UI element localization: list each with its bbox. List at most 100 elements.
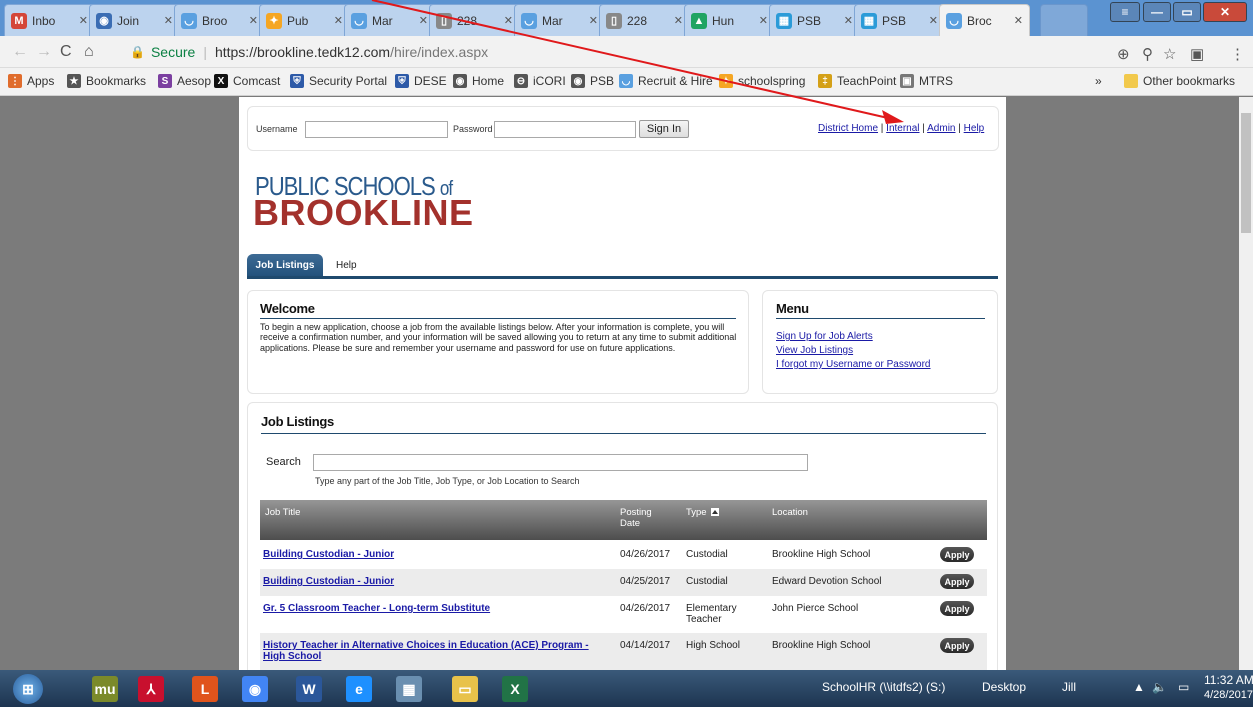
maximize-button[interactable]: ▭ [1173,2,1201,22]
bookmarks-overflow[interactable]: » [1095,74,1102,88]
taskbar-app-X[interactable]: X [496,673,534,705]
bookmark-item[interactable]: ◉ Home [453,74,504,88]
browser-tab[interactable]: ◡ Mar ✕ [514,4,605,36]
apply-button[interactable]: Apply [940,601,974,616]
reload-icon[interactable]: C [60,43,72,61]
forward-icon[interactable]: → [36,43,52,61]
tab-close-icon[interactable]: ✕ [164,14,173,27]
taskbar-desktop[interactable]: Desktop [982,680,1026,694]
apply-button[interactable]: Apply [940,574,974,589]
browser-tab[interactable]: ◉ Join ✕ [89,4,180,36]
bookmark-item[interactable]: ⛨ DESE [395,74,447,88]
taskbar-app-mu[interactable]: mu [86,673,124,705]
job-title-link[interactable]: Building Custodian - Junior [263,549,603,560]
bookmark-item[interactable]: ⋮ Apps [8,74,54,88]
other-bookmarks[interactable]: Other bookmarks [1124,74,1235,88]
browser-tab[interactable]: ▯ 228 ✕ [429,4,520,36]
taskbar-schoolhr[interactable]: SchoolHR (\\itdfs2) (S:) [822,680,945,694]
apply-button[interactable]: Apply [940,638,974,653]
tab-close-icon[interactable]: ✕ [504,14,513,27]
clock-date[interactable]: 4/28/2017 [1204,689,1253,701]
scrollbar-thumb[interactable] [1241,113,1251,233]
bookmark-item[interactable]: ◡ Recruit & Hire [619,74,713,88]
sort-icon[interactable] [710,508,719,517]
col-posting-date[interactable]: Posting Date [620,507,660,529]
menu-link-view-listings[interactable]: View Job Listings [776,345,853,356]
link-help[interactable]: Help [964,123,985,134]
clock-time[interactable]: 11:32 AM [1204,673,1253,687]
col-job-title[interactable]: Job Title [265,507,300,518]
browser-tab[interactable]: ◡ Broo ✕ [174,4,265,36]
col-type[interactable]: Type [686,507,719,518]
browser-tab[interactable]: ▯ 228 ✕ [599,4,690,36]
taskbar-user[interactable]: Jill [1062,680,1076,694]
job-title-link[interactable]: Building Custodian - Junior [263,576,603,587]
volume-icon[interactable]: 🔈 [1152,680,1167,694]
bookmark-item[interactable]: ◉ PSB [571,74,614,88]
taskbar-app-W[interactable]: W [290,673,328,705]
taskbar-app-acrobat[interactable]: ⅄ [132,673,170,705]
tab-close-icon[interactable]: ✕ [929,14,938,27]
taskbar-app-ie[interactable]: e [340,673,378,705]
bookmark-item[interactable]: ✦ schoolspring [719,74,805,88]
sign-in-button[interactable]: Sign In [639,120,689,138]
bookmark-star-icon[interactable]: ☆ [1163,45,1176,63]
taskbar-app-chrome[interactable]: ◉ [236,673,274,705]
taskbar-app-folder[interactable]: ▭ [446,673,484,705]
bookmark-item[interactable]: X Comcast [214,74,280,88]
job-title-link[interactable]: History Teacher in Alternative Choices i… [263,640,603,662]
minimize-button[interactable]: — [1143,2,1171,22]
tab-close-icon[interactable]: ✕ [334,14,343,27]
back-icon[interactable]: ← [12,43,28,61]
taskbar-app-calc[interactable]: ▦ [390,673,428,705]
browser-tab[interactable]: M Inbo ✕ [4,4,95,36]
tray-up-icon[interactable]: ▲ [1133,680,1145,694]
tab-help[interactable]: Help [336,260,357,271]
extension-icon[interactable]: ▣ [1190,45,1204,63]
browser-tab[interactable]: ◡ Mar ✕ [344,4,435,36]
link-internal[interactable]: Internal [886,123,919,134]
zoom-icon[interactable]: ⊕ [1117,45,1130,63]
tab-close-icon[interactable]: ✕ [674,14,683,27]
browser-tab[interactable]: ▲ Hun ✕ [684,4,775,36]
col-location[interactable]: Location [772,507,808,518]
menu-link-job-alerts[interactable]: Sign Up for Job Alerts [776,331,873,342]
link-district-home[interactable]: District Home [818,123,878,134]
browser-tab[interactable]: ▦ PSB ✕ [854,4,945,36]
bookmark-item[interactable]: ★ Bookmarks [67,74,146,88]
tab-close-icon[interactable]: ✕ [759,14,768,27]
tab-close-icon[interactable]: ✕ [1014,14,1023,27]
network-icon[interactable]: ▭ [1178,680,1189,694]
browser-tab[interactable]: ▦ PSB ✕ [769,4,860,36]
bookmark-item[interactable]: ⊖ iCORI [514,74,566,88]
browser-tab[interactable]: ✦ Pub ✕ [259,4,350,36]
apply-button[interactable]: Apply [940,547,974,562]
bookmark-item[interactable]: ▣ MTRS [900,74,953,88]
menu-link-forgot[interactable]: I forgot my Username or Password [776,359,931,370]
tab-close-icon[interactable]: ✕ [419,14,428,27]
bookmark-item[interactable]: ‡ TeachPoint [818,74,896,88]
search-input[interactable] [313,454,808,471]
vertical-scrollbar[interactable] [1239,97,1253,670]
start-button[interactable]: ⊞ [8,673,48,705]
bookmark-item[interactable]: S Aesop [158,74,211,88]
tab-close-icon[interactable]: ✕ [589,14,598,27]
close-window-button[interactable]: ✕ [1203,2,1247,22]
tab-job-listings[interactable]: Job Listings [247,254,323,276]
password-input[interactable] [494,121,636,138]
new-tab-button[interactable] [1040,4,1088,36]
job-title-link[interactable]: Gr. 5 Classroom Teacher - Long-term Subs… [263,603,603,614]
tab-close-icon[interactable]: ✕ [249,14,258,27]
window-menu-button[interactable]: ≡ [1110,2,1140,22]
key-icon[interactable]: ⚲ [1142,45,1153,63]
url-bar[interactable]: 🔒 Secure | https://brookline.tedk12.com /… [130,41,1100,63]
chrome-menu-icon[interactable]: ⋮ [1230,45,1245,63]
home-icon[interactable]: ⌂ [84,43,94,61]
browser-tab[interactable]: ◡ Broc ✕ [939,4,1030,36]
taskbar-app-L[interactable]: L [186,673,224,705]
bookmark-item[interactable]: ⛨ Security Portal [290,74,387,88]
username-input[interactable] [305,121,448,138]
tab-close-icon[interactable]: ✕ [79,14,88,27]
link-admin[interactable]: Admin [927,123,955,134]
tab-close-icon[interactable]: ✕ [844,14,853,27]
